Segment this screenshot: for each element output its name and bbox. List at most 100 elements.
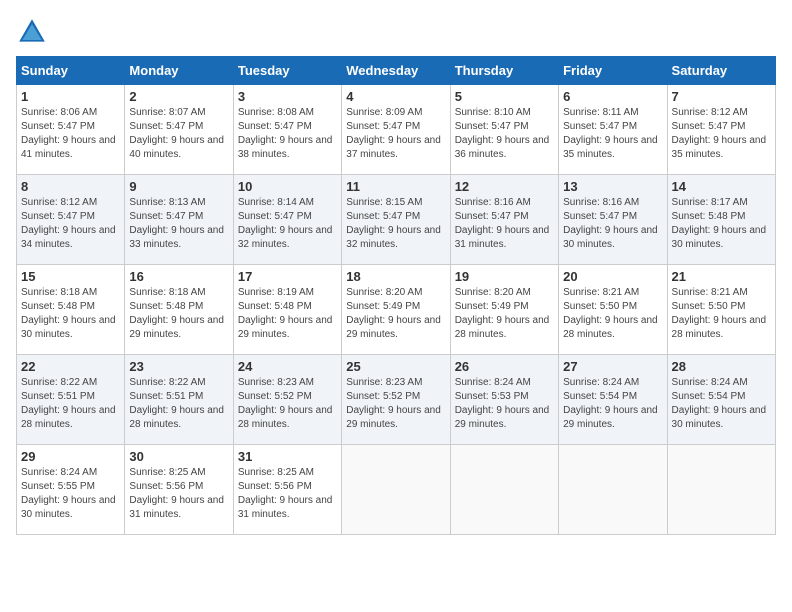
header-monday: Monday	[125, 57, 233, 85]
calendar-cell: 26 Sunrise: 8:24 AMSunset: 5:53 PMDayligh…	[450, 355, 558, 445]
day-info: Sunrise: 8:24 AMSunset: 5:54 PMDaylight:…	[672, 376, 771, 432]
day-info: Sunrise: 8:06 AMSunset: 5:47 PMDaylight:…	[21, 106, 120, 162]
calendar-cell	[667, 445, 775, 535]
day-number: 30	[129, 449, 228, 464]
day-info: Sunrise: 8:18 AMSunset: 5:48 PMDaylight:…	[21, 286, 120, 342]
page-header	[16, 16, 776, 48]
day-info: Sunrise: 8:24 AMSunset: 5:55 PMDaylight:…	[21, 466, 120, 522]
calendar-cell: 18 Sunrise: 8:20 AMSunset: 5:49 PMDayligh…	[342, 265, 450, 355]
calendar-cell: 17 Sunrise: 8:19 AMSunset: 5:48 PMDayligh…	[233, 265, 341, 355]
day-number: 24	[238, 359, 337, 374]
calendar-cell: 3 Sunrise: 8:08 AMSunset: 5:47 PMDaylight…	[233, 85, 341, 175]
day-info: Sunrise: 8:23 AMSunset: 5:52 PMDaylight:…	[346, 376, 445, 432]
day-number: 18	[346, 269, 445, 284]
day-info: Sunrise: 8:12 AMSunset: 5:47 PMDaylight:…	[21, 196, 120, 252]
day-info: Sunrise: 8:14 AMSunset: 5:47 PMDaylight:…	[238, 196, 337, 252]
calendar-cell	[342, 445, 450, 535]
day-info: Sunrise: 8:16 AMSunset: 5:47 PMDaylight:…	[455, 196, 554, 252]
day-info: Sunrise: 8:07 AMSunset: 5:47 PMDaylight:…	[129, 106, 228, 162]
day-number: 20	[563, 269, 662, 284]
day-info: Sunrise: 8:20 AMSunset: 5:49 PMDaylight:…	[455, 286, 554, 342]
calendar-header-row: SundayMondayTuesdayWednesdayThursdayFrid…	[17, 57, 776, 85]
day-info: Sunrise: 8:24 AMSunset: 5:54 PMDaylight:…	[563, 376, 662, 432]
day-number: 23	[129, 359, 228, 374]
calendar-week-2: 8 Sunrise: 8:12 AMSunset: 5:47 PMDaylight…	[17, 175, 776, 265]
day-info: Sunrise: 8:25 AMSunset: 5:56 PMDaylight:…	[238, 466, 337, 522]
day-number: 17	[238, 269, 337, 284]
day-number: 21	[672, 269, 771, 284]
day-number: 5	[455, 89, 554, 104]
calendar-cell: 24 Sunrise: 8:23 AMSunset: 5:52 PMDayligh…	[233, 355, 341, 445]
calendar-cell: 27Sunrise: 8:24 AMSunset: 5:54 PMDayligh…	[559, 355, 667, 445]
calendar-cell: 29 Sunrise: 8:24 AMSunset: 5:55 PMDayligh…	[17, 445, 125, 535]
header-thursday: Thursday	[450, 57, 558, 85]
day-number: 15	[21, 269, 120, 284]
day-info: Sunrise: 8:10 AMSunset: 5:47 PMDaylight:…	[455, 106, 554, 162]
calendar-cell: 5 Sunrise: 8:10 AMSunset: 5:47 PMDaylight…	[450, 85, 558, 175]
day-number: 4	[346, 89, 445, 104]
day-info: Sunrise: 8:22 AMSunset: 5:51 PMDaylight:…	[129, 376, 228, 432]
calendar-cell: 23 Sunrise: 8:22 AMSunset: 5:51 PMDayligh…	[125, 355, 233, 445]
day-info: Sunrise: 8:16 AMSunset: 5:47 PMDaylight:…	[563, 196, 662, 252]
day-number: 26	[455, 359, 554, 374]
day-number: 12	[455, 179, 554, 194]
day-info: Sunrise: 8:21 AMSunset: 5:50 PMDaylight:…	[672, 286, 771, 342]
day-number: 2	[129, 89, 228, 104]
calendar-cell: 20 Sunrise: 8:21 AMSunset: 5:50 PMDayligh…	[559, 265, 667, 355]
day-info: Sunrise: 8:15 AMSunset: 5:47 PMDaylight:…	[346, 196, 445, 252]
header-saturday: Saturday	[667, 57, 775, 85]
day-info: Sunrise: 8:23 AMSunset: 5:52 PMDaylight:…	[238, 376, 337, 432]
calendar-cell: 15 Sunrise: 8:18 AMSunset: 5:48 PMDayligh…	[17, 265, 125, 355]
day-info: Sunrise: 8:20 AMSunset: 5:49 PMDaylight:…	[346, 286, 445, 342]
calendar-cell	[559, 445, 667, 535]
day-number: 16	[129, 269, 228, 284]
day-number: 8	[21, 179, 120, 194]
day-number: 7	[672, 89, 771, 104]
day-number: 29	[21, 449, 120, 464]
calendar-week-3: 15 Sunrise: 8:18 AMSunset: 5:48 PMDayligh…	[17, 265, 776, 355]
day-info: Sunrise: 8:25 AMSunset: 5:56 PMDaylight:…	[129, 466, 228, 522]
calendar-cell: 11 Sunrise: 8:15 AMSunset: 5:47 PMDayligh…	[342, 175, 450, 265]
calendar-cell: 12 Sunrise: 8:16 AMSunset: 5:47 PMDayligh…	[450, 175, 558, 265]
calendar-cell: 21 Sunrise: 8:21 AMSunset: 5:50 PMDayligh…	[667, 265, 775, 355]
logo	[16, 16, 52, 48]
calendar-cell: 25 Sunrise: 8:23 AMSunset: 5:52 PMDayligh…	[342, 355, 450, 445]
day-number: 14	[672, 179, 771, 194]
calendar-cell: 8 Sunrise: 8:12 AMSunset: 5:47 PMDaylight…	[17, 175, 125, 265]
calendar-table: SundayMondayTuesdayWednesdayThursdayFrid…	[16, 56, 776, 535]
calendar-cell: 1 Sunrise: 8:06 AMSunset: 5:47 PMDaylight…	[17, 85, 125, 175]
day-number: 28	[672, 359, 771, 374]
day-number: 3	[238, 89, 337, 104]
day-number: 22	[21, 359, 120, 374]
calendar-cell: 10Sunrise: 8:14 AMSunset: 5:47 PMDayligh…	[233, 175, 341, 265]
day-info: Sunrise: 8:19 AMSunset: 5:48 PMDaylight:…	[238, 286, 337, 342]
day-info: Sunrise: 8:08 AMSunset: 5:47 PMDaylight:…	[238, 106, 337, 162]
calendar-cell: 14 Sunrise: 8:17 AMSunset: 5:48 PMDayligh…	[667, 175, 775, 265]
calendar-cell: 22 Sunrise: 8:22 AMSunset: 5:51 PMDayligh…	[17, 355, 125, 445]
calendar-cell: 6Sunrise: 8:11 AMSunset: 5:47 PMDaylight…	[559, 85, 667, 175]
calendar-cell: 19 Sunrise: 8:20 AMSunset: 5:49 PMDayligh…	[450, 265, 558, 355]
calendar-cell: 4Sunrise: 8:09 AMSunset: 5:47 PMDaylight…	[342, 85, 450, 175]
calendar-cell: 16 Sunrise: 8:18 AMSunset: 5:48 PMDayligh…	[125, 265, 233, 355]
day-info: Sunrise: 8:24 AMSunset: 5:53 PMDaylight:…	[455, 376, 554, 432]
logo-icon	[16, 16, 48, 48]
day-number: 25	[346, 359, 445, 374]
calendar-cell: 28 Sunrise: 8:24 AMSunset: 5:54 PMDayligh…	[667, 355, 775, 445]
day-info: Sunrise: 8:17 AMSunset: 5:48 PMDaylight:…	[672, 196, 771, 252]
calendar-cell: 31Sunrise: 8:25 AMSunset: 5:56 PMDayligh…	[233, 445, 341, 535]
day-info: Sunrise: 8:21 AMSunset: 5:50 PMDaylight:…	[563, 286, 662, 342]
header-sunday: Sunday	[17, 57, 125, 85]
day-info: Sunrise: 8:18 AMSunset: 5:48 PMDaylight:…	[129, 286, 228, 342]
calendar-week-1: 1 Sunrise: 8:06 AMSunset: 5:47 PMDaylight…	[17, 85, 776, 175]
calendar-cell: 9 Sunrise: 8:13 AMSunset: 5:47 PMDaylight…	[125, 175, 233, 265]
day-number: 9	[129, 179, 228, 194]
calendar-cell: 7Sunrise: 8:12 AMSunset: 5:47 PMDaylight…	[667, 85, 775, 175]
calendar-week-4: 22 Sunrise: 8:22 AMSunset: 5:51 PMDayligh…	[17, 355, 776, 445]
day-info: Sunrise: 8:13 AMSunset: 5:47 PMDaylight:…	[129, 196, 228, 252]
day-number: 19	[455, 269, 554, 284]
day-number: 11	[346, 179, 445, 194]
header-tuesday: Tuesday	[233, 57, 341, 85]
calendar-week-5: 29 Sunrise: 8:24 AMSunset: 5:55 PMDayligh…	[17, 445, 776, 535]
day-number: 1	[21, 89, 120, 104]
day-info: Sunrise: 8:22 AMSunset: 5:51 PMDaylight:…	[21, 376, 120, 432]
